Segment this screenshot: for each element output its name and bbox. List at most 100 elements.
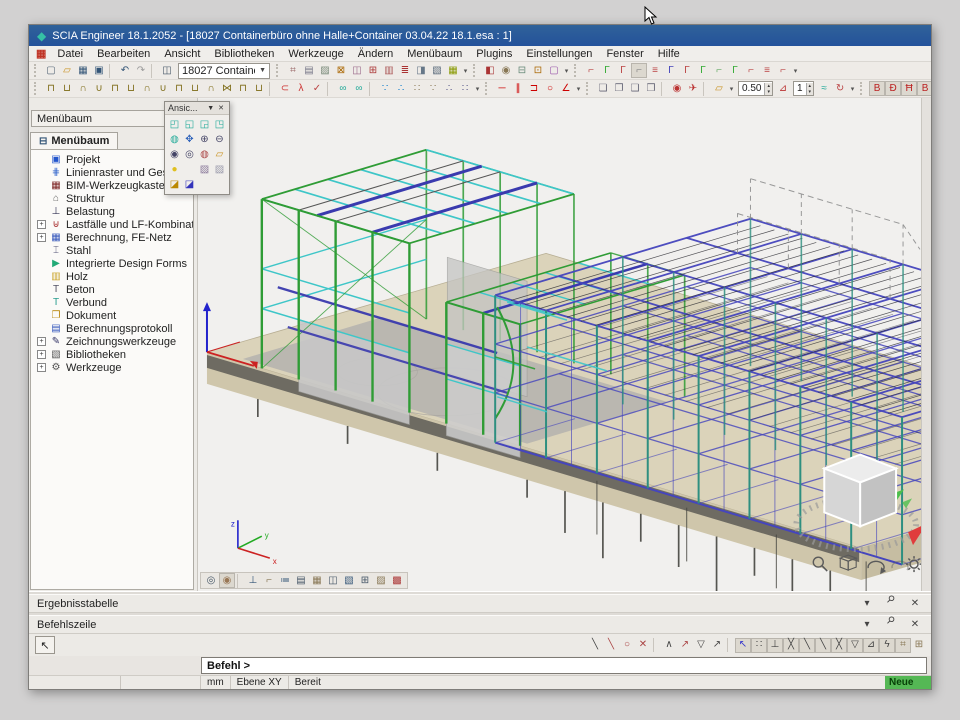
snap-endpoint-icon[interactable]: ∧: [661, 638, 677, 653]
scale-spinner-buttons[interactable]: ▴▾: [764, 83, 772, 95]
dropdown-arrow-icon[interactable]: ▾: [574, 85, 583, 93]
beam-tool-6-icon[interactable]: Γ: [663, 63, 679, 78]
app-menu-icon[interactable]: ▦: [33, 47, 49, 60]
project-combo[interactable]: 18027 Containerbü▼: [178, 63, 270, 79]
expand-icon[interactable]: +: [37, 220, 46, 229]
copy-3-icon[interactable]: ❑: [627, 81, 643, 96]
solid-mode-icon[interactable]: ▤: [301, 63, 317, 78]
section-8-icon[interactable]: ∪: [155, 81, 171, 96]
users-3-icon[interactable]: ∷: [409, 81, 425, 96]
zoom-out-icon[interactable]: ⊖: [212, 132, 227, 147]
collapse-icon[interactable]: ▾: [859, 596, 875, 611]
clip-box-icon[interactable]: ▨: [197, 162, 212, 177]
tree-item-belastung[interactable]: ⊥Belastung: [33, 205, 193, 218]
support-icon[interactable]: ⊂: [277, 81, 293, 96]
tab-menubaum[interactable]: ⊟ Menübaum: [30, 132, 118, 149]
dim-circle-icon[interactable]: ○: [542, 81, 558, 96]
arrow-tool-icon[interactable]: ▢: [546, 63, 562, 78]
view-x-icon[interactable]: ◰: [167, 117, 182, 132]
section-11-icon[interactable]: ∩: [203, 81, 219, 96]
close-icon[interactable]: ✕: [907, 596, 923, 611]
show-render-icon[interactable]: ▦: [309, 573, 325, 588]
copy-4-icon[interactable]: ❒: [643, 81, 659, 96]
menu-einstellungen[interactable]: Einstellungen: [519, 47, 599, 61]
calc-design-icon[interactable]: Ð: [885, 81, 901, 96]
toolbar-grip[interactable]: [574, 64, 580, 77]
snap-intersect-icon[interactable]: ╳: [783, 638, 799, 653]
users-5-icon[interactable]: ∴: [441, 81, 457, 96]
tree-item-berechnung-fe-netz[interactable]: +▦Berechnung, FE-Netz: [33, 231, 193, 244]
paint-props-icon[interactable]: ◧: [482, 63, 498, 78]
model-canvas[interactable]: zyx: [198, 98, 921, 591]
menu-plugins[interactable]: Plugins: [469, 47, 519, 61]
render-mode-icon[interactable]: ▨: [317, 63, 333, 78]
zoom-window-icon[interactable]: ◉: [167, 147, 182, 162]
palette-dropdown-icon[interactable]: ▼: [205, 105, 216, 112]
view-z-icon[interactable]: ◲: [197, 117, 212, 132]
snap-line-icon[interactable]: ╲: [587, 638, 603, 653]
section-12-icon[interactable]: ⋈: [219, 81, 235, 96]
snap-tri-icon[interactable]: ▽: [847, 638, 863, 653]
dropdown-arrow-icon[interactable]: ▾: [473, 85, 482, 93]
scale-spinner[interactable]: 0.50▴▾: [738, 81, 773, 96]
tree-item-werkzeuge[interactable]: +⚙Werkzeuge: [33, 361, 193, 374]
palette-close-icon[interactable]: ✕: [216, 104, 226, 112]
tree-item-holz[interactable]: ▥Holz: [33, 270, 193, 283]
viewport-3d[interactable]: zyx ◎◉⊥⌐≔▤▦◫▧⊞▨▩: [197, 98, 921, 591]
dropdown-arrow-icon[interactable]: ▾: [562, 67, 571, 75]
snap-cross-icon[interactable]: ╳: [831, 638, 847, 653]
calc-batch-icon[interactable]: B: [869, 81, 885, 96]
copy-1-icon[interactable]: ❏: [595, 81, 611, 96]
storeys-icon[interactable]: ⊡: [530, 63, 546, 78]
axis-3d-icon[interactable]: ✥: [182, 132, 197, 147]
users-4-icon[interactable]: ∵: [425, 81, 441, 96]
section-9-icon[interactable]: ⊓: [171, 81, 187, 96]
airplane-icon[interactable]: ✈: [685, 81, 701, 96]
copy-properties-icon[interactable]: ◫: [349, 63, 365, 78]
section-1-icon[interactable]: ⊓: [43, 81, 59, 96]
pin-icon[interactable]: ⚲: [880, 614, 902, 636]
close-icon[interactable]: ✕: [907, 617, 923, 632]
tree-item-lastfälle-und-lf-kombinationen[interactable]: +⊎Lastfälle und LF-Kombinationen: [33, 218, 193, 231]
menu-bibliotheken[interactable]: Bibliotheken: [207, 47, 281, 61]
tree-item-verbund[interactable]: TVerbund: [33, 296, 193, 309]
toolbar-grip[interactable]: [860, 82, 866, 95]
pin-icon[interactable]: ⚲: [880, 593, 902, 615]
section-2-icon[interactable]: ⊔: [59, 81, 75, 96]
dropdown-arrow-icon[interactable]: ▾: [848, 85, 857, 93]
zoom-in-icon[interactable]: ⊕: [197, 132, 212, 147]
show-labels-icon[interactable]: ≔: [277, 573, 293, 588]
new-action-button[interactable]: Neue: [885, 676, 931, 689]
multiplier-spinner[interactable]: 1▴▾: [793, 81, 814, 96]
beam-tool-8-icon[interactable]: Γ: [695, 63, 711, 78]
dropdown-arrow-icon[interactable]: ▾: [791, 67, 800, 75]
save-all-icon[interactable]: ▦: [75, 63, 91, 78]
snap-arc-icon[interactable]: ⊿: [863, 638, 879, 653]
beam-tool-1-icon[interactable]: ⌐: [583, 63, 599, 78]
search-icon[interactable]: ◉: [498, 63, 514, 78]
users-6-icon[interactable]: ∷: [457, 81, 473, 96]
expand-icon[interactable]: +: [37, 363, 46, 372]
menu-ansicht[interactable]: Ansicht: [157, 47, 207, 61]
folder-icon[interactable]: ▱: [711, 81, 727, 96]
show-model-icon[interactable]: ▤: [293, 573, 309, 588]
undo-icon[interactable]: ↶: [117, 63, 133, 78]
wave-icon[interactable]: ≈: [816, 81, 832, 96]
menu-werkzeuge[interactable]: Werkzeuge: [281, 47, 350, 61]
show-grid-icon[interactable]: ▧: [341, 573, 357, 588]
mirror-icon[interactable]: ◉: [669, 81, 685, 96]
bulb-icon[interactable]: ●: [167, 162, 182, 177]
levels-icon[interactable]: ⊟: [514, 63, 530, 78]
select-cursor-button[interactable]: ↖: [35, 636, 55, 654]
beam-tool-10-icon[interactable]: Γ: [727, 63, 743, 78]
dim-line-icon[interactable]: ─: [494, 81, 510, 96]
copy-2-icon[interactable]: ❐: [611, 81, 627, 96]
command-panel-header[interactable]: Befehlszeile ▾⚲✕: [29, 615, 931, 634]
hinge-icon[interactable]: λ: [293, 81, 309, 96]
section-4-icon[interactable]: ∪: [91, 81, 107, 96]
zoom-selection-icon[interactable]: ◍: [197, 147, 212, 162]
binocular-1-icon[interactable]: ∞: [335, 81, 351, 96]
title-bar[interactable]: ◆ SCIA Engineer 18.1.2052 - [18027 Conta…: [29, 25, 931, 46]
scale-spinner-value[interactable]: 0.50: [739, 83, 764, 94]
toolbar-grip[interactable]: [473, 64, 479, 77]
